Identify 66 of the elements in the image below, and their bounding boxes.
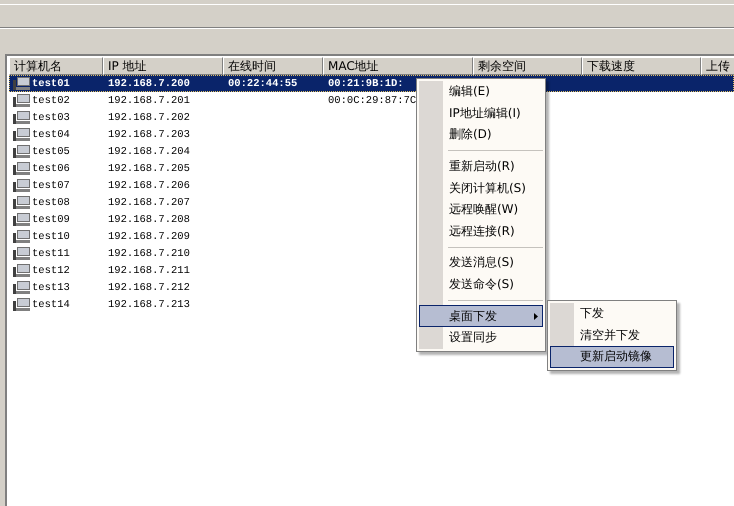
column-header[interactable]: 计算机名: [9, 57, 103, 75]
table-cell-text: 192.168.7.201: [107, 94, 191, 106]
menu-item[interactable]: 重新启动(R): [419, 156, 543, 178]
menu-item[interactable]: 更新启动镜像: [550, 346, 674, 368]
table-cell-text: 192.168.7.209: [107, 230, 191, 242]
table-cell[interactable]: test01: [32, 78, 102, 90]
table-cell-text: 00:21:9B:1D:: [327, 78, 405, 90]
menu-item[interactable]: 桌面下发: [419, 305, 543, 327]
table-cell[interactable]: test13: [32, 282, 102, 294]
table-cell[interactable]: test03: [32, 112, 102, 124]
computer-icon: [13, 145, 30, 158]
menu-item[interactable]: 远程连接(R): [419, 220, 543, 242]
menu-item[interactable]: 清空并下发: [550, 324, 674, 346]
computer-icon: [13, 264, 30, 277]
computer-icon: [13, 128, 30, 141]
computer-icon: [13, 94, 30, 107]
table-cell-text: 192.168.7.213: [107, 298, 191, 310]
table-cell[interactable]: test07: [32, 180, 102, 192]
computer-icon: [13, 111, 30, 124]
table-cell-text: 192.168.7.205: [107, 162, 191, 174]
table-cell[interactable]: test06: [32, 162, 102, 174]
column-header[interactable]: 上传: [701, 57, 734, 75]
table-cell-text: 192.168.7.207: [107, 196, 191, 208]
menu-item[interactable]: IP地址编辑(I): [419, 102, 543, 124]
table-cell[interactable]: test02: [32, 94, 102, 106]
table-cell-text: 192.168.7.203: [107, 128, 191, 140]
computer-icon: [13, 196, 30, 209]
table-cell-text: 192.168.7.204: [107, 146, 191, 158]
table-cell-text: 00:22:44:55: [227, 78, 298, 90]
menu-item[interactable]: 设置同步: [419, 326, 543, 349]
table-cell[interactable]: test12: [32, 264, 102, 276]
table-cell-text: 192.168.7.210: [107, 248, 191, 260]
menu-item[interactable]: 下发: [550, 303, 674, 325]
table-cell[interactable]: test04: [32, 128, 102, 140]
table-cell-text: 192.168.7.211: [107, 264, 191, 276]
column-header[interactable]: MAC地址: [323, 57, 473, 75]
menu-item[interactable]: 关闭计算机(S): [419, 177, 543, 199]
table-cell[interactable]: test08: [32, 196, 102, 208]
table-cell[interactable]: test10: [32, 230, 102, 242]
table-cell[interactable]: test11: [32, 248, 102, 260]
menu-item[interactable]: 删除(D): [419, 124, 543, 146]
caret-icon: [534, 312, 538, 320]
column-header[interactable]: 在线时间: [223, 57, 323, 75]
menu-item[interactable]: 远程唤醒(W): [419, 198, 543, 221]
column-header[interactable]: 剩余空间: [473, 57, 582, 75]
computer-icon: [13, 162, 30, 175]
table-cell-text: 192.168.7.206: [107, 180, 191, 192]
table-cell[interactable]: test14: [32, 298, 102, 310]
computer-icon: [13, 247, 30, 260]
table-cell-text: 192.168.7.202: [107, 112, 191, 124]
table-cell[interactable]: test05: [32, 146, 102, 158]
computer-icon: [13, 179, 30, 192]
computer-icon: [13, 77, 30, 90]
table-cell-text: 00:0C:29:87:7C: [327, 94, 418, 106]
table-cell-text: 192.168.7.208: [107, 214, 191, 226]
computer-icon: [13, 230, 30, 243]
column-header[interactable]: 下载速度: [582, 57, 701, 75]
computer-icon: [13, 298, 30, 311]
table-cell[interactable]: test09: [32, 214, 102, 226]
menu-item[interactable]: 发送消息(S): [419, 252, 543, 274]
column-header[interactable]: IP 地址: [103, 57, 223, 75]
computer-icon: [13, 213, 30, 226]
menu-item[interactable]: 发送命令(S): [419, 274, 543, 296]
computer-icon: [13, 281, 30, 294]
table-cell-text: 192.168.7.212: [107, 282, 191, 294]
table-cell-text: 192.168.7.200: [107, 78, 191, 90]
